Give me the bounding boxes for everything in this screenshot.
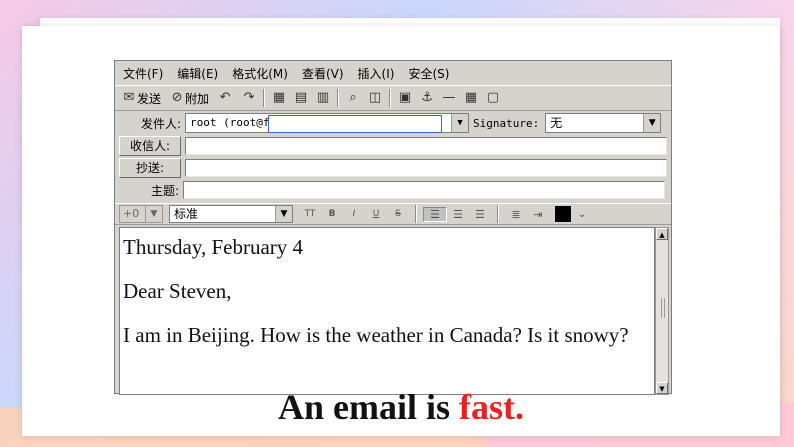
attach-label: 附加 — [185, 91, 210, 106]
teletype-button[interactable]: TT — [299, 209, 321, 219]
caption-highlight: fast. — [459, 387, 524, 427]
menu-edit[interactable]: 编辑(E) — [177, 65, 218, 82]
indent-icon[interactable]: ⇥ — [527, 208, 549, 221]
chevron-down-icon[interactable]: ▼ — [275, 206, 292, 222]
toolbar-separator — [337, 89, 340, 107]
strikethrough-button[interactable]: S — [387, 209, 409, 219]
cc-button[interactable]: 抄送: — [119, 158, 181, 178]
paragraph-style-select[interactable]: 标准 ▼ — [169, 205, 293, 223]
menu-view[interactable]: 查看(V) — [302, 65, 344, 82]
subject-row: 主题: — [115, 179, 671, 201]
bold-button[interactable]: B — [321, 209, 343, 219]
from-label: 发件人: — [140, 116, 181, 131]
cc-field[interactable] — [185, 159, 667, 177]
slide: 文件(F) 编辑(E) 格式化(M) 查看(V) 插入(I) 安全(S) ✉ 发… — [22, 26, 780, 436]
italic-button[interactable]: I — [343, 209, 365, 219]
paragraph-style-value: 标准 — [174, 207, 199, 221]
scroll-up-icon[interactable]: ▲ — [656, 228, 668, 240]
chevron-down-icon[interactable]: ▼ — [643, 114, 661, 132]
toolbar-separator — [263, 89, 266, 107]
insert-image-icon[interactable]: ▣ — [397, 90, 413, 106]
menu-format[interactable]: 格式化(M) — [232, 65, 288, 82]
to-row: 收信人: — [115, 135, 671, 157]
anchor-icon[interactable]: ▢ — [485, 90, 501, 106]
menu-bar: 文件(F) 编辑(E) 格式化(M) 查看(V) 插入(I) 安全(S) — [115, 61, 671, 85]
message-body-editor[interactable]: Thursday, February 4 Dear Steven, I am i… — [119, 227, 655, 395]
date-line: Thursday, February 4 — [123, 235, 304, 259]
caption-text: An email is — [277, 387, 459, 427]
attach-button[interactable]: ⊘ 附加 — [169, 90, 209, 107]
subject-label: 主题: — [150, 183, 179, 198]
cc-row: 抄送: — [115, 157, 671, 179]
signature-label: Signature: — [473, 116, 540, 130]
align-right-icon[interactable]: ☰ — [469, 208, 491, 221]
paste-icon[interactable]: ▥ — [315, 90, 331, 106]
find-icon[interactable]: ⌕ — [345, 90, 361, 106]
spellcheck-icon[interactable]: ◫ — [367, 90, 383, 106]
font-size-select[interactable]: +0 ▼ — [119, 205, 163, 223]
cut-icon[interactable]: ▦ — [271, 90, 287, 106]
toolbar-separator — [415, 205, 417, 223]
scrollbar-grip[interactable] — [661, 298, 665, 318]
from-text-overlay[interactable] — [268, 115, 442, 133]
copy-icon[interactable]: ▤ — [293, 90, 309, 106]
horizontal-rule-icon[interactable]: — — [441, 90, 457, 106]
main-toolbar: ✉ 发送 ⊘ 附加 ↶ ↷ ▦ ▤ ▥ ⌕ ◫ ▣ ⚓ — ▦ ▢ — [115, 85, 671, 111]
email-compose-window: 文件(F) 编辑(E) 格式化(M) 查看(V) 插入(I) 安全(S) ✉ 发… — [114, 60, 672, 395]
send-icon: ✉ — [123, 90, 135, 105]
slide-caption: An email is fast. — [22, 386, 780, 428]
to-button[interactable]: 收信人: — [119, 136, 181, 156]
signature-value: 无 — [550, 116, 563, 130]
toolbar-separator — [389, 89, 392, 107]
font-size-value: +0 — [123, 207, 140, 220]
send-label: 发送 — [137, 91, 162, 106]
chevron-down-icon[interactable]: ▼ — [145, 206, 162, 222]
underline-button[interactable]: U — [365, 209, 387, 219]
menu-file[interactable]: 文件(F) — [123, 65, 163, 82]
insert-table-icon[interactable]: ▦ — [463, 90, 479, 106]
redo-icon[interactable]: ↷ — [241, 90, 257, 106]
signature-select[interactable]: 无 ▼ — [545, 113, 662, 133]
insert-link-icon[interactable]: ⚓ — [419, 90, 435, 106]
chevron-down-icon[interactable]: ⌄ — [571, 209, 593, 220]
editor-scrollbar[interactable]: ▲ ▼ — [655, 227, 669, 395]
text-color-swatch[interactable] — [555, 206, 571, 222]
from-row: 发件人: root (root@f ▼ Signature: 无 ▼ — [115, 111, 671, 135]
message-text: I am in Beijing. How is the weather in C… — [123, 323, 629, 347]
align-left-icon[interactable]: ☰ — [423, 206, 447, 222]
bullet-list-icon[interactable]: ≣ — [505, 208, 527, 221]
chevron-down-icon[interactable]: ▼ — [451, 114, 468, 132]
subject-field[interactable] — [183, 181, 665, 199]
to-field[interactable] — [185, 137, 667, 155]
align-center-icon[interactable]: ☰ — [447, 208, 469, 221]
format-toolbar: +0 ▼ 标准 ▼ TT B I U S ☰ ☰ ☰ ≣ ⇥ ⌄ — [115, 203, 671, 225]
paperclip-icon: ⊘ — [171, 90, 183, 105]
toolbar-separator — [497, 205, 499, 223]
from-select[interactable]: root (root@f ▼ — [185, 113, 469, 133]
from-value: root (root@f — [190, 116, 270, 129]
menu-insert[interactable]: 插入(I) — [358, 65, 395, 82]
greeting-line: Dear Steven, — [123, 279, 232, 303]
send-button[interactable]: ✉ 发送 — [121, 90, 161, 107]
menu-security[interactable]: 安全(S) — [408, 65, 449, 82]
undo-icon[interactable]: ↶ — [217, 90, 233, 106]
